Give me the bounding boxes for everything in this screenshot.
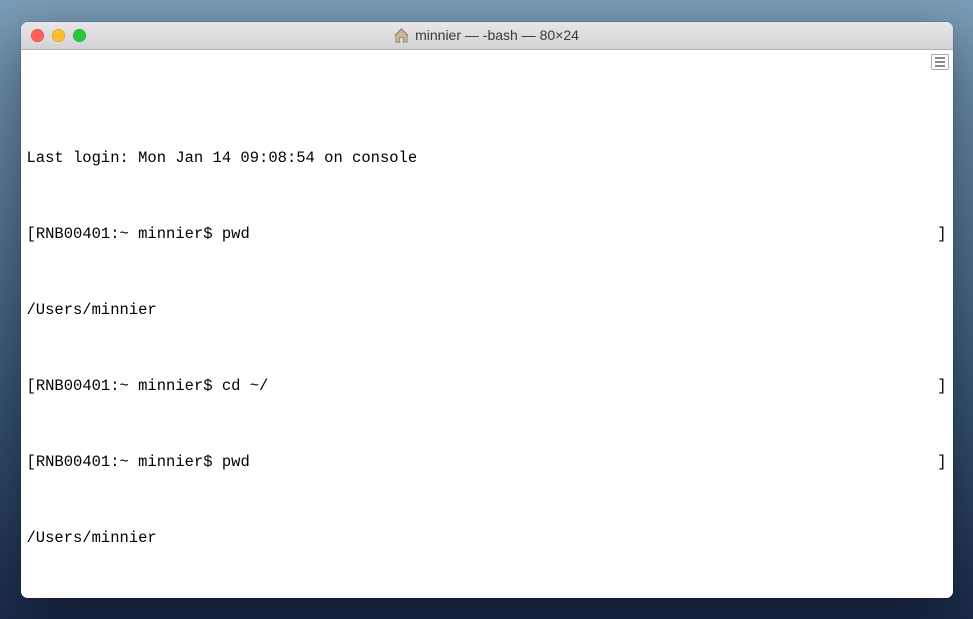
command: pwd: [222, 225, 250, 243]
terminal-line: [RNB00401:~ minnier$ cd ~/ ]: [27, 377, 947, 396]
bracket-close: ]: [937, 377, 946, 396]
maximize-button[interactable]: [73, 29, 86, 42]
last-login-line: Last login: Mon Jan 14 09:08:54 on conso…: [27, 149, 947, 168]
terminal-line: [RNB00401:~ minnier$ pwd ]: [27, 453, 947, 472]
terminal-line: [RNB00401:~ minnier$ pwd ]: [27, 225, 947, 244]
titlebar[interactable]: minnier — -bash — 80×24: [21, 22, 953, 50]
bracket-open: [: [27, 453, 36, 471]
hamburger-icon[interactable]: [931, 54, 949, 70]
bracket-close: ]: [937, 225, 946, 244]
output-line: /Users/minnier: [27, 529, 947, 548]
prompt: RNB00401:~ minnier$: [36, 453, 222, 471]
command: pwd: [222, 453, 250, 471]
bracket-open: [: [27, 377, 36, 395]
terminal-body[interactable]: Last login: Mon Jan 14 09:08:54 on conso…: [21, 50, 953, 598]
window-title: minnier — -bash — 80×24: [415, 27, 579, 43]
output-line: /Users/minnier: [27, 301, 947, 320]
title-wrap: minnier — -bash — 80×24: [21, 27, 953, 43]
traffic-lights: [31, 29, 86, 42]
command: cd ~/: [222, 377, 269, 395]
close-button[interactable]: [31, 29, 44, 42]
prompt: RNB00401:~ minnier$: [36, 377, 222, 395]
prompt: RNB00401:~ minnier$: [36, 225, 222, 243]
terminal-window: minnier — -bash — 80×24 Last login: Mon …: [21, 22, 953, 598]
minimize-button[interactable]: [52, 29, 65, 42]
home-icon: [394, 28, 409, 43]
bracket-open: [: [27, 225, 36, 243]
bracket-close: ]: [937, 453, 946, 472]
